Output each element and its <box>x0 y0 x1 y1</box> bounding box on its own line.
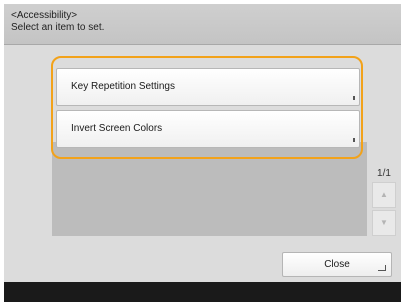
corner-mark-icon <box>353 96 355 100</box>
corner-mark-icon <box>353 138 355 142</box>
item-label: Invert Screen Colors <box>71 123 163 134</box>
close-button[interactable]: Close <box>282 252 392 277</box>
header: <Accessibility> Select an item to set. <box>4 4 401 45</box>
page-indicator: 1/1 <box>377 168 391 179</box>
close-label: Close <box>324 259 350 270</box>
item-label: Key Repetition Settings <box>71 81 175 92</box>
corner-arrow-icon <box>378 265 386 271</box>
arrow-down-icon: ▼ <box>380 218 388 227</box>
arrow-up-icon: ▲ <box>380 190 388 199</box>
page-title: <Accessibility> Select an item to set. <box>11 10 105 33</box>
invert-screen-colors-button[interactable]: Invert Screen Colors <box>56 110 360 148</box>
scroll-up-button[interactable]: ▲ <box>372 182 396 208</box>
key-repetition-settings-button[interactable]: Key Repetition Settings <box>56 68 360 106</box>
bottom-bar <box>4 282 401 302</box>
screen: <Accessibility> Select an item to set. K… <box>4 4 401 302</box>
scroll-down-button[interactable]: ▼ <box>372 210 396 236</box>
